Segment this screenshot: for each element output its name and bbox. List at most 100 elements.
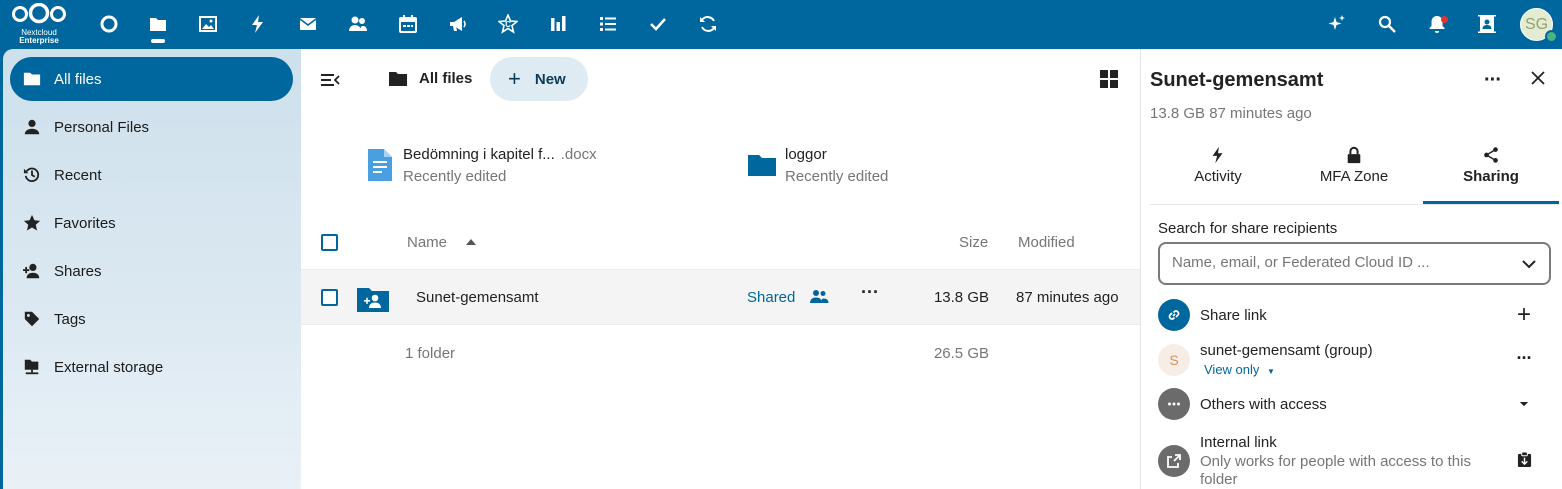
nav-item-tags[interactable]: Tags bbox=[10, 297, 293, 341]
new-button-label: New bbox=[534, 70, 566, 88]
row-shared-status[interactable]: Shared bbox=[747, 289, 795, 306]
shared-group-icon[interactable] bbox=[808, 288, 830, 306]
select-all-checkbox[interactable] bbox=[321, 234, 338, 251]
close-icon[interactable] bbox=[1527, 67, 1549, 89]
new-button[interactable]: + New bbox=[490, 57, 588, 101]
nav-item-favorites[interactable]: Favorites bbox=[10, 201, 293, 245]
recent-file-status: Recently edited bbox=[403, 168, 507, 185]
tab-label: Sharing bbox=[1463, 168, 1519, 185]
column-header-size[interactable]: Size bbox=[959, 234, 988, 251]
contacts-menu-icon[interactable] bbox=[1469, 8, 1505, 40]
nav-item-recent[interactable]: Recent bbox=[10, 153, 293, 197]
assistant-icon[interactable] bbox=[1319, 8, 1355, 40]
tab-sharing[interactable]: Sharing bbox=[1423, 146, 1559, 204]
breadcrumb-folder-icon[interactable] bbox=[388, 69, 408, 89]
plus-icon: + bbox=[508, 66, 521, 91]
recent-file-ext: .docx bbox=[560, 146, 597, 163]
details-sidebar: Sunet-gemensamt 13.8 GB 87 minutes ago ·… bbox=[1140, 49, 1562, 489]
row-file-name[interactable]: Sunet-gemensamt bbox=[416, 289, 539, 306]
grid-view-icon[interactable] bbox=[1100, 70, 1118, 88]
summary-count: 1 folder bbox=[405, 345, 456, 362]
files-icon[interactable] bbox=[140, 8, 176, 40]
toggle-navigation-icon[interactable] bbox=[319, 69, 341, 91]
history-icon bbox=[12, 166, 52, 184]
recent-file-card[interactable]: Bedömning i kapitel f... .docx Recently e… bbox=[365, 144, 695, 188]
summary-size: 26.5 GB bbox=[933, 345, 989, 362]
analytics-icon[interactable] bbox=[540, 8, 576, 40]
notifications-icon[interactable] bbox=[1419, 8, 1455, 40]
tab-mfa-zone[interactable]: MFA Zone bbox=[1288, 146, 1420, 204]
contacts-icon[interactable] bbox=[340, 8, 376, 40]
svg-text:C: C bbox=[505, 20, 511, 29]
row-checkbox[interactable] bbox=[321, 289, 338, 306]
app-navigation: All files Personal Files Recent Favorite… bbox=[3, 49, 301, 489]
row-file-size: 13.8 GB bbox=[933, 289, 989, 306]
column-header-name[interactable]: Name bbox=[407, 234, 447, 251]
photos-icon[interactable] bbox=[190, 8, 226, 40]
group-actions-menu-icon[interactable]: ··· bbox=[1513, 347, 1535, 369]
nav-item-all-files[interactable]: All files bbox=[10, 57, 293, 101]
notification-badge bbox=[1441, 16, 1448, 23]
row-modified: 87 minutes ago bbox=[1016, 289, 1119, 306]
mail-icon[interactable] bbox=[290, 8, 326, 40]
table-row[interactable]: Sunet-gemensamt Shared ··· 13.8 GB 87 mi… bbox=[301, 269, 1140, 325]
nav-item-label: All files bbox=[54, 70, 102, 88]
recent-folder-name: loggor bbox=[785, 146, 827, 163]
permission-dropdown[interactable]: View only ▼ bbox=[1204, 362, 1275, 377]
group-avatar: S bbox=[1158, 344, 1190, 376]
person-icon bbox=[12, 118, 52, 136]
recent-folder-status: Recently edited bbox=[785, 168, 889, 185]
group-name: sunet-gemensamt (group) bbox=[1200, 342, 1373, 359]
share-search-box[interactable] bbox=[1158, 242, 1551, 285]
top-bar: Nextcloud Enterprise C SG bbox=[0, 0, 1562, 49]
row-actions-menu-icon[interactable]: ··· bbox=[861, 283, 879, 307]
search-icon[interactable] bbox=[1369, 8, 1405, 40]
chevron-down-icon[interactable] bbox=[1520, 256, 1538, 272]
calendar-icon[interactable] bbox=[390, 8, 426, 40]
dashboard-icon[interactable] bbox=[91, 8, 127, 40]
nav-item-shares[interactable]: Shares bbox=[10, 249, 293, 293]
expand-caret-icon[interactable] bbox=[1513, 393, 1535, 415]
nav-item-label: Shares bbox=[54, 262, 102, 280]
nav-item-label: Recent bbox=[54, 166, 102, 184]
sort-ascending-icon bbox=[466, 239, 476, 245]
recent-file-name: Bedömning i kapitel f... bbox=[403, 146, 555, 163]
folder-icon bbox=[12, 70, 52, 88]
share-person-icon bbox=[12, 262, 52, 280]
announcements-icon[interactable] bbox=[440, 8, 476, 40]
circles-icon[interactable]: C bbox=[490, 8, 526, 40]
nav-item-personal-files[interactable]: Personal Files bbox=[10, 105, 293, 149]
active-app-indicator bbox=[151, 39, 165, 43]
tab-label: MFA Zone bbox=[1319, 168, 1389, 185]
more-icon bbox=[1158, 388, 1190, 420]
nav-item-label: Favorites bbox=[54, 214, 116, 232]
share-search-label: Search for share recipients bbox=[1158, 220, 1338, 237]
tasks-check-icon[interactable] bbox=[640, 8, 676, 40]
nav-item-external-storage[interactable]: External storage bbox=[10, 345, 293, 389]
copy-clipboard-icon[interactable] bbox=[1513, 448, 1535, 470]
recent-folder-card[interactable]: loggor Recently edited bbox=[747, 144, 997, 188]
others-with-access-row[interactable]: Others with access bbox=[1158, 388, 1553, 422]
tab-label: Activity bbox=[1194, 168, 1242, 185]
sidebar-subtitle: 13.8 GB 87 minutes ago bbox=[1150, 105, 1312, 122]
column-header-modified[interactable]: Modified bbox=[1018, 234, 1075, 251]
nav-item-label: Tags bbox=[54, 310, 86, 328]
share-search-input[interactable] bbox=[1172, 254, 1502, 271]
sidebar-more-icon[interactable]: ··· bbox=[1484, 69, 1502, 92]
sync-icon[interactable] bbox=[690, 8, 726, 40]
internal-link-description: Only works for people with access to thi… bbox=[1200, 453, 1471, 488]
add-share-link-icon[interactable]: + bbox=[1513, 301, 1535, 328]
online-status-dot bbox=[1545, 30, 1558, 43]
share-group-row: S sunet-gemensamt (group) View only ▼ ··… bbox=[1158, 342, 1553, 382]
nav-item-label: Personal Files bbox=[54, 118, 150, 136]
tasks-list-icon[interactable] bbox=[590, 8, 626, 40]
share-link-row[interactable]: Share link + bbox=[1158, 299, 1553, 333]
caret-down-icon: ▼ bbox=[1267, 367, 1275, 376]
files-main: All files + New Bedömning i kapitel f...… bbox=[301, 49, 1140, 489]
nextcloud-logo[interactable]: Nextcloud Enterprise bbox=[10, 3, 70, 47]
activity-icon bbox=[1212, 146, 1223, 164]
shared-folder-icon bbox=[357, 288, 389, 312]
breadcrumb-all-files[interactable]: All files bbox=[419, 70, 472, 87]
activity-icon[interactable] bbox=[240, 8, 276, 40]
tab-activity[interactable]: Activity bbox=[1152, 146, 1284, 204]
